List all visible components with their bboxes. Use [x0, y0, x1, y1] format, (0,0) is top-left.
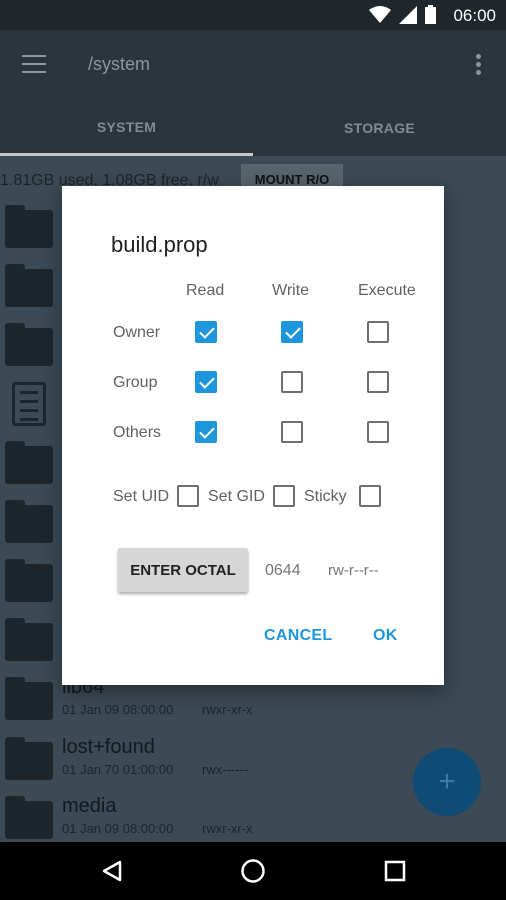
app-bar: /system: [0, 30, 506, 100]
others-execute-checkbox[interactable]: [367, 421, 389, 443]
group-read-checkbox[interactable]: [195, 371, 217, 393]
set-gid-checkbox[interactable]: [273, 485, 295, 507]
file-name: lost+found: [62, 736, 155, 758]
system-nav-bar: [0, 842, 506, 900]
file-date: 01 Jan 09 08:00:00: [62, 702, 174, 717]
group-execute-checkbox[interactable]: [367, 371, 389, 393]
back-icon[interactable]: [97, 856, 127, 886]
column-execute: Execute: [358, 282, 416, 299]
folder-icon: [5, 618, 53, 661]
row-owner: Owner: [113, 324, 161, 341]
owner-write-checkbox[interactable]: [281, 321, 303, 343]
row-group: Group: [113, 374, 158, 391]
octal-value: 0644: [265, 562, 301, 579]
set-uid-label: Set UID: [113, 488, 170, 505]
tab-system[interactable]: SYSTEM: [0, 100, 253, 156]
folder-icon: [5, 323, 53, 366]
column-write: Write: [272, 282, 310, 299]
overflow-menu-icon[interactable]: [476, 54, 482, 78]
column-read: Read: [186, 282, 225, 299]
others-write-checkbox[interactable]: [281, 421, 303, 443]
others-read-checkbox[interactable]: [195, 421, 217, 443]
status-bar: 06:00: [0, 0, 506, 30]
clock: 06:00: [453, 6, 496, 25]
set-gid-label: Set GID: [208, 488, 265, 505]
file-permissions: rwxr-xr-x: [202, 821, 253, 836]
permission-string: rw-r--r--: [328, 562, 379, 579]
folder-icon: [5, 677, 53, 720]
recents-icon[interactable]: [380, 856, 410, 886]
file-date: 01 Jan 09 08:00:00: [62, 821, 174, 836]
plus-icon: +: [438, 765, 456, 798]
folder-icon: [5, 796, 53, 839]
add-fab-button[interactable]: +: [413, 748, 481, 816]
file-date: 01 Jan 70 01:00:00: [62, 762, 174, 777]
signal-icon: [399, 5, 417, 24]
tab-bar: SYSTEM STORAGE: [0, 100, 506, 156]
owner-read-checkbox[interactable]: [195, 321, 217, 343]
row-others: Others: [113, 424, 162, 441]
file-permissions: rwxr-xr-x: [202, 702, 253, 717]
wifi-icon: [369, 5, 391, 23]
folder-icon: [5, 500, 53, 543]
battery-icon: [425, 5, 436, 24]
enter-octal-button[interactable]: ENTER OCTAL: [118, 548, 248, 592]
file-permissions: rwx------: [202, 762, 249, 777]
sticky-checkbox[interactable]: [359, 485, 381, 507]
sticky-label: Sticky: [304, 488, 347, 505]
owner-execute-checkbox[interactable]: [367, 321, 389, 343]
current-path: /system: [88, 54, 151, 74]
file-name: media: [62, 795, 117, 817]
folder-icon: [5, 737, 53, 780]
cancel-button[interactable]: CANCEL: [264, 627, 332, 645]
set-uid-checkbox[interactable]: [177, 485, 199, 507]
status-icons: [369, 5, 436, 24]
ok-button[interactable]: OK: [373, 627, 398, 645]
folder-icon: [5, 205, 53, 248]
home-icon[interactable]: [238, 856, 268, 886]
permissions-dialog: build.prop Read Write Execute Owner Grou…: [62, 186, 444, 685]
hamburger-menu-icon[interactable]: [22, 55, 46, 73]
folder-icon: [5, 441, 53, 484]
file-icon: [12, 382, 46, 426]
folder-icon: [5, 264, 53, 307]
dialog-title: build.prop: [111, 232, 208, 257]
folder-icon: [5, 559, 53, 602]
group-write-checkbox[interactable]: [281, 371, 303, 393]
tab-storage[interactable]: STORAGE: [253, 100, 506, 156]
